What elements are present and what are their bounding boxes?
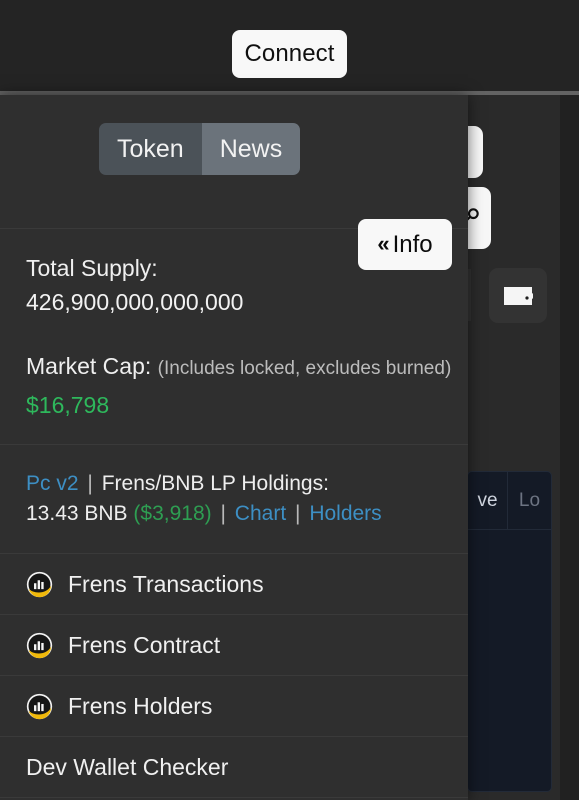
- background-navy-tab-1[interactable]: ve: [468, 472, 508, 529]
- token-news-segmented-control: Token News: [99, 123, 301, 175]
- background-wallet-button[interactable]: [489, 268, 547, 323]
- total-supply-value: 426,900,000,000,000: [26, 289, 244, 315]
- menu-item-label: Dev Wallet Checker: [26, 753, 229, 780]
- chevron-double-left-icon: «: [377, 230, 389, 256]
- dex-link[interactable]: Pc v2: [26, 472, 79, 495]
- top-bar: Connect: [0, 0, 579, 92]
- menu-item-frens-contract[interactable]: Frens Contract: [0, 615, 468, 676]
- tab-news[interactable]: News: [201, 123, 301, 175]
- background-navy-card: ve Lo: [467, 471, 552, 792]
- separator-pipe: |: [87, 472, 93, 495]
- info-button-label: Info: [392, 230, 433, 258]
- lp-holdings-title: Frens/BNB LP Holdings:: [101, 472, 329, 495]
- stats-spacer: [26, 319, 468, 349]
- lp-holdings-section: Pc v2 | Frens/BNB LP Holdings: 13.43 BNB…: [0, 445, 468, 554]
- chart-link[interactable]: Chart: [235, 502, 286, 525]
- separator-pipe: |: [295, 502, 301, 525]
- connect-button[interactable]: Connect: [232, 30, 347, 78]
- separator-pipe: |: [220, 502, 226, 525]
- market-cap-row: Market Cap: (Includes locked, excludes b…: [26, 349, 468, 386]
- lp-holdings-value-row: 13.43 BNB ($3,918) | Chart | Holders: [26, 499, 468, 529]
- menu-item-frens-transactions[interactable]: Frens Transactions: [0, 554, 468, 615]
- market-cap-value: $16,798: [26, 392, 110, 418]
- menu-item-label: Frens Transactions: [68, 570, 264, 597]
- holders-link[interactable]: Holders: [309, 502, 381, 525]
- tab-token[interactable]: Token: [99, 123, 202, 175]
- app-root: ve Lo Connect Token News « Info Total Su…: [0, 0, 579, 800]
- token-info-panel: Token News « Info Total Supply: 426,900,…: [0, 95, 468, 800]
- background-navy-tabs: ve Lo: [468, 472, 551, 530]
- lp-amount-bnb: 13.43 BNB: [26, 502, 128, 525]
- market-cap-note: (Includes locked, excludes burned): [157, 358, 452, 379]
- panel-header: Token News « Info: [0, 95, 468, 270]
- wallet-icon: [504, 286, 533, 305]
- background-gutter: [560, 95, 579, 800]
- menu-item-dev-wallet-checker[interactable]: Dev Wallet Checker: [0, 737, 468, 798]
- lp-amount-usd: ($3,918): [133, 502, 212, 525]
- bscscan-icon: [26, 632, 53, 658]
- menu-item-label: Frens Contract: [68, 631, 221, 658]
- bscscan-icon: [26, 571, 53, 597]
- bscscan-icon: [26, 693, 53, 719]
- market-cap-label: Market Cap:: [26, 353, 152, 379]
- menu-item-frens-holders[interactable]: Frens Holders: [0, 676, 468, 737]
- info-button[interactable]: « Info: [358, 219, 452, 270]
- menu-item-label: Frens Holders: [68, 692, 213, 719]
- lp-holdings-title-row: Pc v2 | Frens/BNB LP Holdings:: [26, 469, 468, 499]
- background-navy-tab-2[interactable]: Lo: [508, 472, 551, 529]
